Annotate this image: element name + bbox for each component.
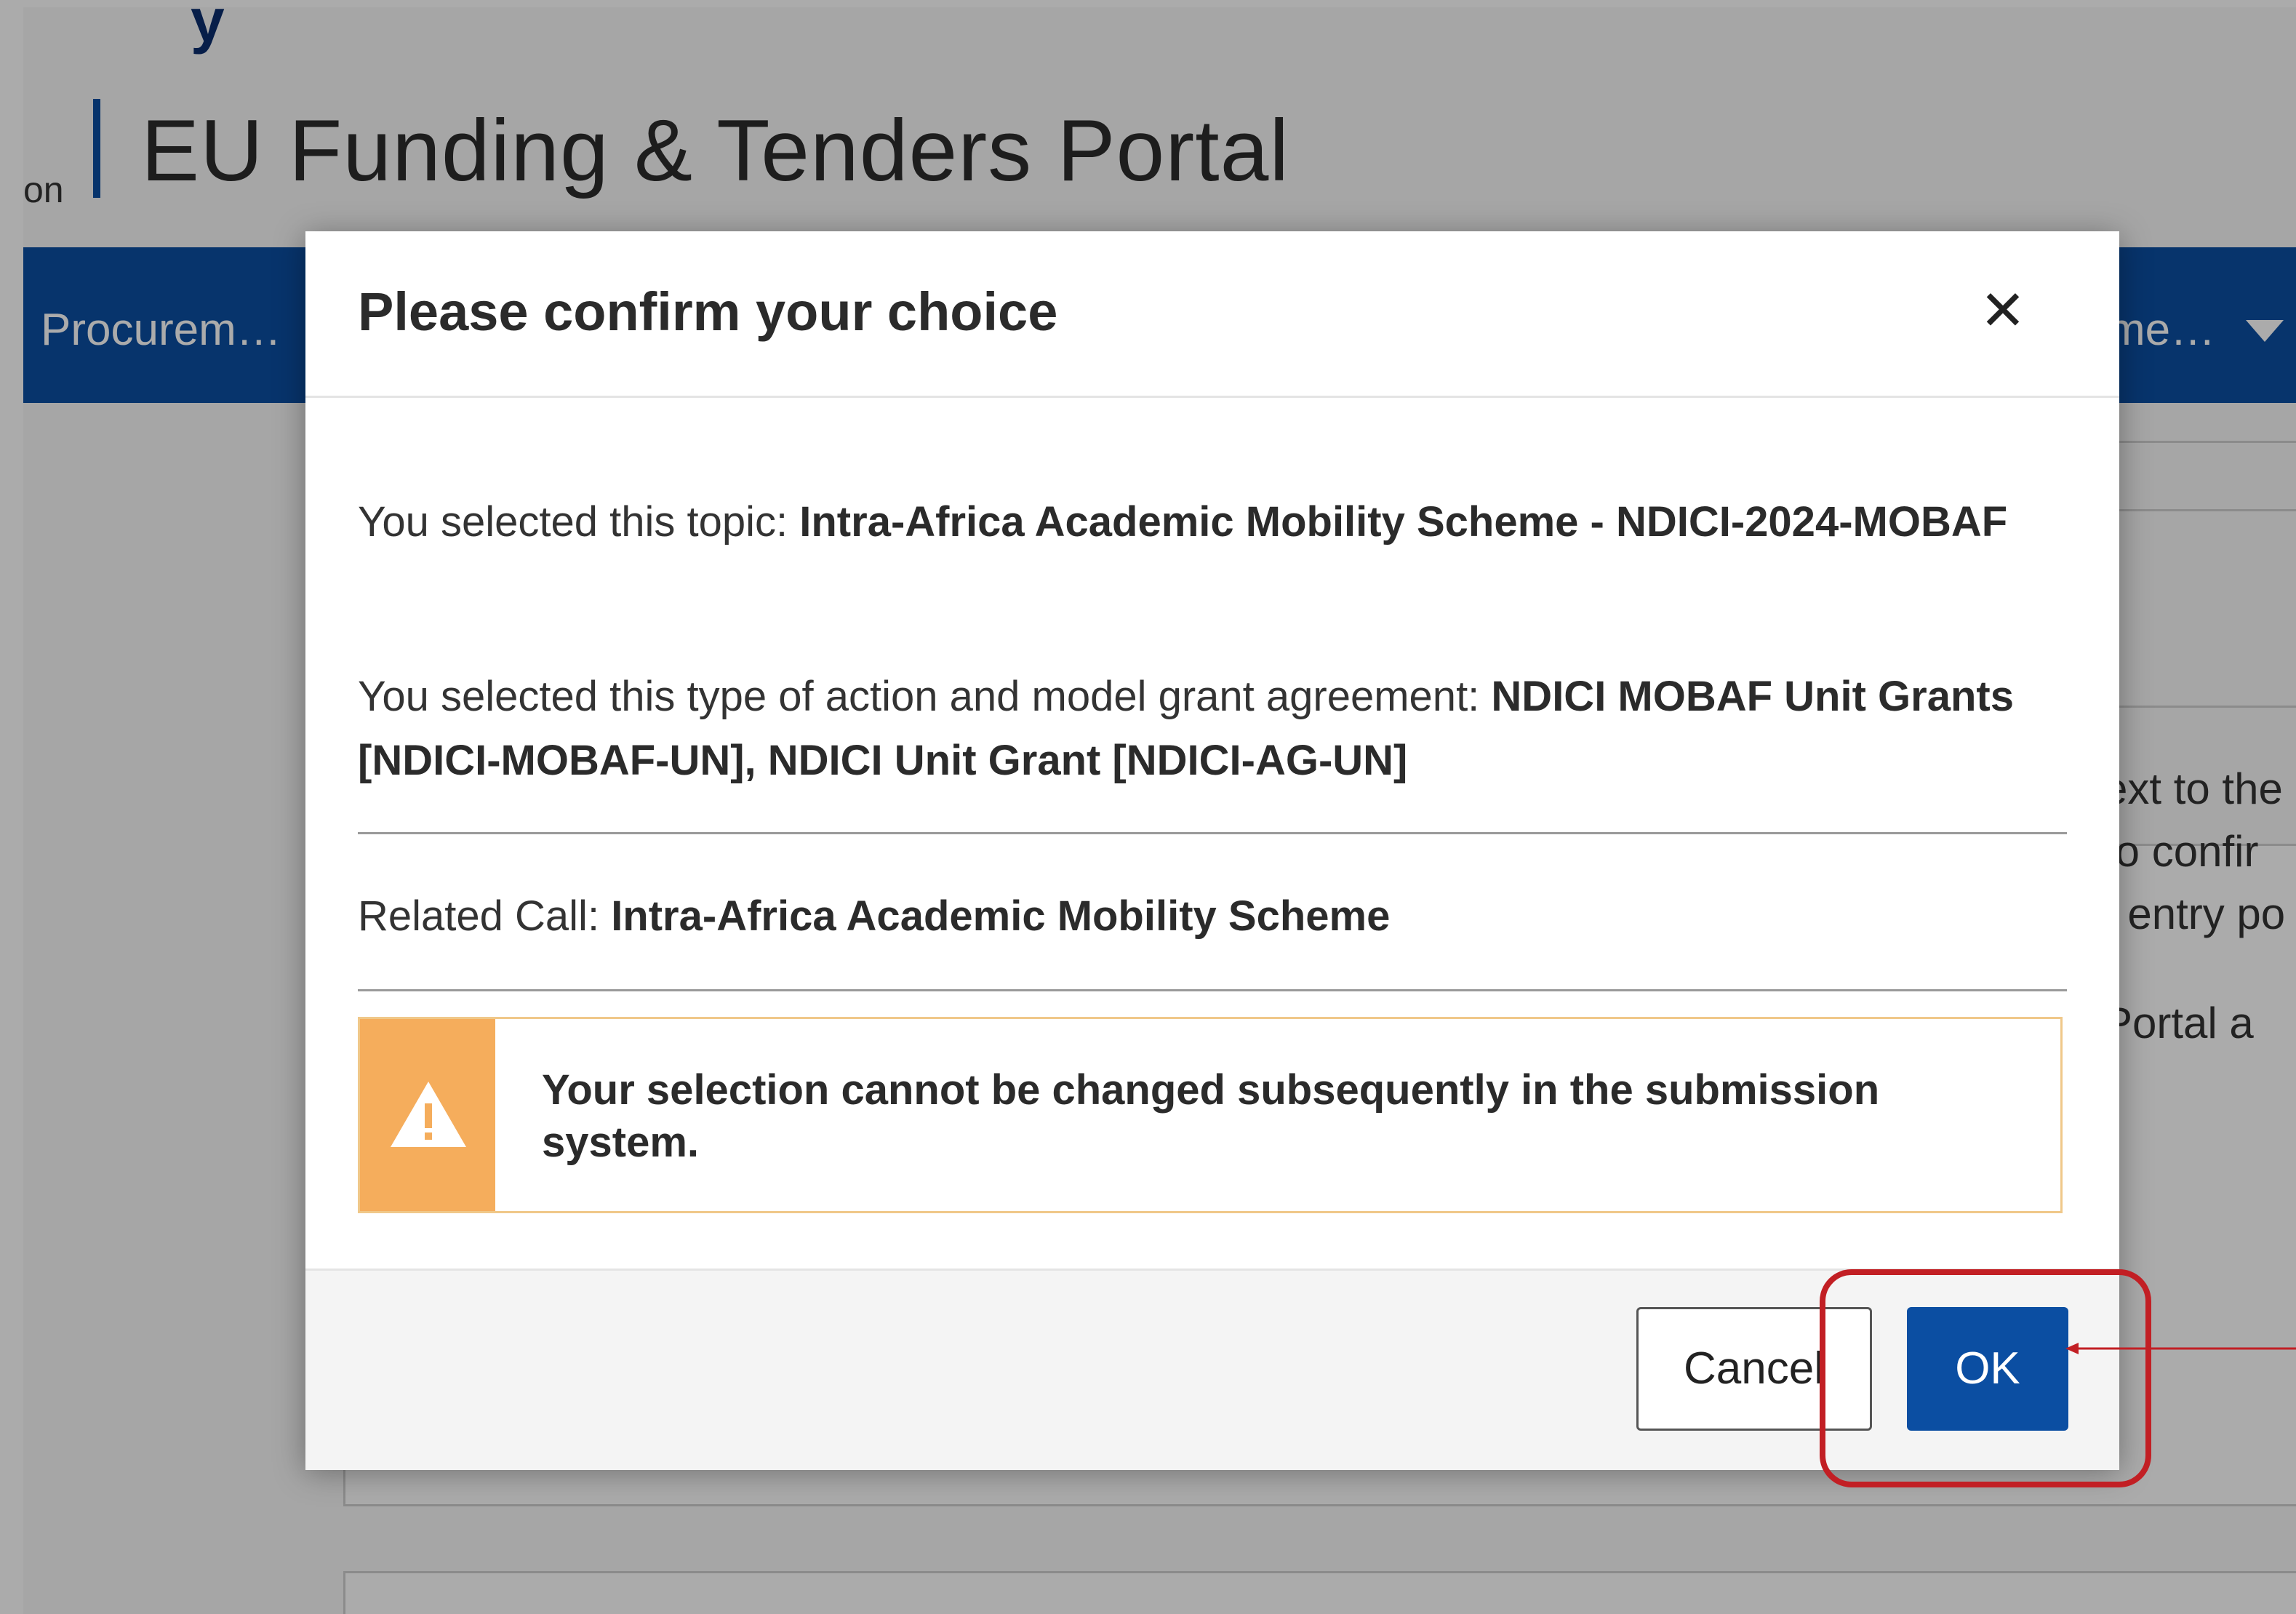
action-type-label: You selected this type of action and mod… (358, 673, 1480, 720)
topic-value: Intra-Africa Academic Mobility Scheme - … (799, 498, 2008, 546)
dialog-header: Please confirm your choice ✕ (305, 231, 2119, 398)
dialog-title: Please confirm your choice (358, 281, 1058, 342)
related-call-line: Related Call: Intra-Africa Academic Mobi… (358, 884, 2067, 948)
divider (358, 832, 2067, 834)
close-icon[interactable]: ✕ (1974, 282, 2032, 340)
warning-callout: Your selection cannot be changed subsequ… (358, 1017, 2063, 1213)
warning-triangle-icon (391, 1082, 466, 1147)
related-call-value: Intra-Africa Academic Mobility Scheme (611, 892, 1391, 940)
related-call-label: Related Call: (358, 892, 600, 940)
action-type-line: You selected this type of action and mod… (358, 665, 2067, 793)
topic-line: You selected this topic: Intra-Africa Ac… (358, 490, 2067, 554)
warning-badge (360, 1019, 495, 1211)
warning-text: Your selection cannot be changed subsequ… (542, 1066, 1880, 1166)
arrow-icon (2065, 1343, 2296, 1354)
highlight-box (1820, 1269, 2151, 1487)
topic-label: You selected this topic: (358, 498, 788, 546)
divider (358, 989, 2067, 991)
